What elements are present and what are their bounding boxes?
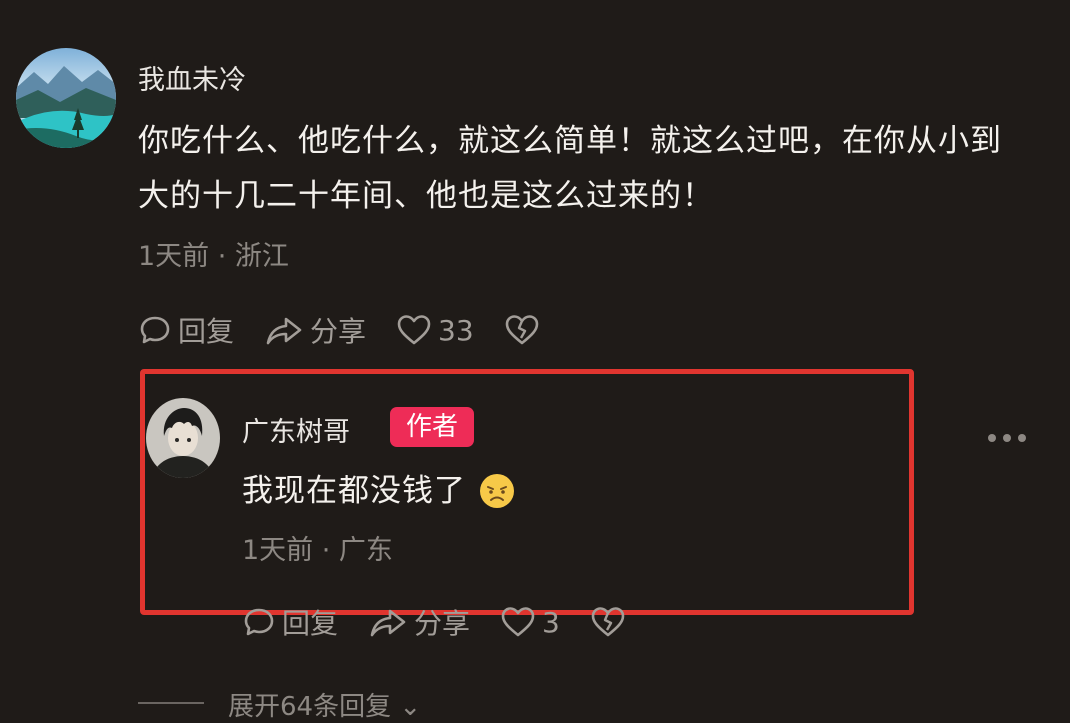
share-arrow-icon bbox=[266, 317, 302, 345]
reply-like-button[interactable]: 3 bbox=[500, 605, 560, 639]
reply-like-count: 3 bbox=[542, 605, 560, 639]
broken-heart-icon bbox=[505, 315, 538, 345]
broken-heart-icon bbox=[591, 607, 625, 637]
comment-username[interactable]: 我血未冷 bbox=[138, 58, 246, 97]
dislike-button[interactable] bbox=[504, 313, 546, 347]
reply-meta: 1天前 · 广东 bbox=[242, 535, 393, 566]
reply-actions: 回复 分享 3 bbox=[242, 602, 662, 642]
like-count: 33 bbox=[438, 313, 474, 347]
heart-icon bbox=[397, 315, 431, 345]
share-button[interactable]: 分享 bbox=[264, 310, 366, 350]
reply-share-button[interactable]: 分享 bbox=[368, 602, 470, 642]
like-button[interactable]: 33 bbox=[396, 313, 474, 347]
frowning-face-emoji bbox=[480, 474, 514, 508]
reply-reply-button[interactable]: 回复 bbox=[242, 602, 338, 642]
reply-reply-label: 回复 bbox=[282, 607, 339, 640]
share-arrow-icon bbox=[370, 609, 406, 637]
comment-meta: 1天前 · 浙江 bbox=[138, 241, 289, 272]
reply-username[interactable]: 广东树哥 bbox=[242, 410, 350, 449]
reply-text: 我现在都没钱了 bbox=[242, 473, 466, 509]
expand-replies-button[interactable]: 展开64条回复 ⌄ bbox=[228, 686, 421, 723]
comment-text: 你吃什么、他吃什么，就这么简单！就这么过吧，在你从小到大的十几二十年间、他也是这… bbox=[138, 123, 1002, 214]
reply-label: 回复 bbox=[178, 315, 235, 348]
heart-icon bbox=[501, 607, 535, 637]
reply-text-row: 我现在都没钱了 bbox=[242, 466, 516, 516]
comment-bubble-icon bbox=[140, 316, 170, 344]
author-badge: 作者 bbox=[390, 407, 474, 447]
comment-actions: 回复 分享 33 bbox=[138, 310, 576, 350]
reply-share-label: 分享 bbox=[414, 607, 471, 640]
reply-button[interactable]: 回复 bbox=[138, 310, 234, 350]
chevron-down-icon: ⌄ bbox=[399, 692, 422, 722]
more-dots-icon[interactable] bbox=[986, 428, 1028, 448]
expand-replies-label: 展开64条回复 bbox=[228, 692, 392, 722]
reply-avatar[interactable] bbox=[146, 398, 220, 478]
comment-bubble-icon bbox=[244, 608, 274, 636]
reply-dislike-button[interactable] bbox=[590, 605, 632, 639]
expand-divider bbox=[138, 702, 204, 704]
share-label: 分享 bbox=[310, 315, 367, 348]
user-avatar-landscape[interactable] bbox=[16, 48, 116, 148]
